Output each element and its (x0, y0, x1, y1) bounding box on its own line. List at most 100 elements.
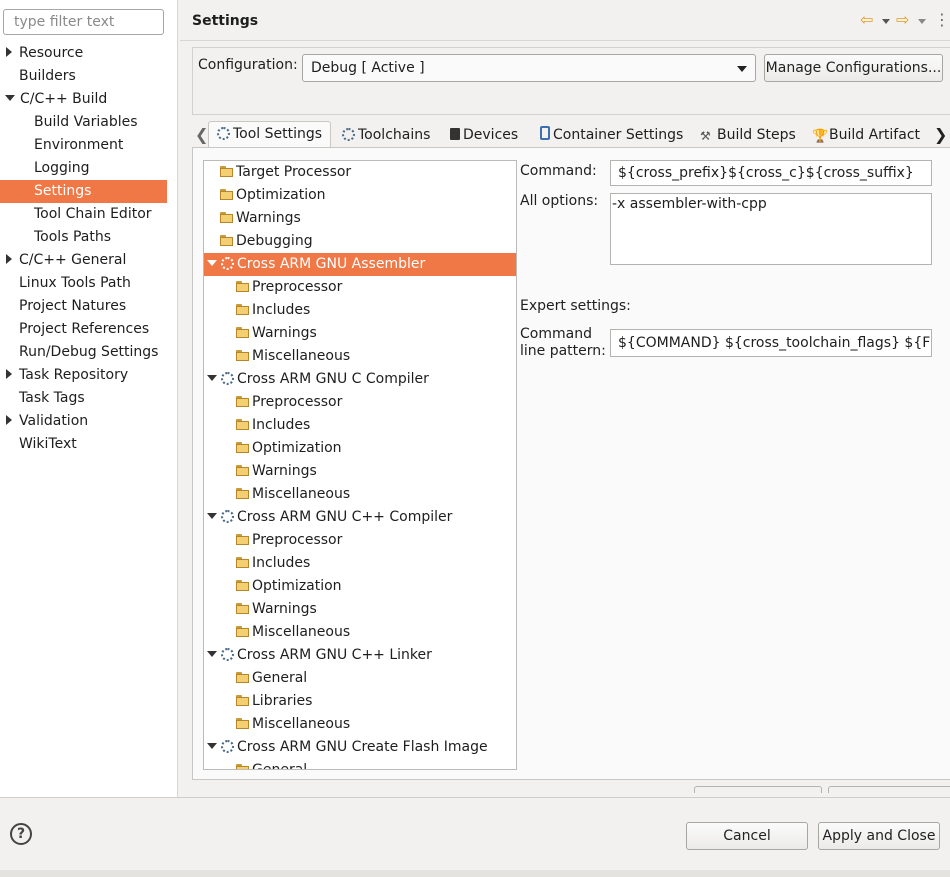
collapse-icon[interactable] (5, 95, 15, 101)
tree-item[interactable]: Preprocessor (236, 276, 342, 299)
tree-item[interactable]: Preprocessor (236, 529, 342, 552)
tab-build-steps[interactable]: ⚒ Build Steps (700, 123, 796, 147)
tree-item[interactable]: Cross ARM GNU C Compiler (204, 368, 429, 391)
nav-item-cpp-build[interactable]: C/C++ Build (0, 88, 167, 111)
tree-item[interactable]: Warnings (220, 207, 301, 230)
tree-item[interactable]: Includes (236, 299, 310, 322)
nav-item-run-debug-settings[interactable]: Run/Debug Settings (0, 341, 167, 364)
folder-icon (236, 672, 250, 683)
tree-item[interactable]: Warnings (236, 598, 317, 621)
folder-icon (236, 281, 250, 292)
tab-toolchains[interactable]: Toolchains (342, 123, 430, 147)
back-menu-icon[interactable] (882, 19, 890, 24)
folder-icon (220, 189, 234, 200)
filter-input[interactable] (3, 9, 164, 35)
tree-item[interactable]: General (236, 759, 307, 769)
tree-item[interactable]: General (236, 667, 307, 690)
expand-icon[interactable] (6, 369, 12, 379)
nav-item-build-variables[interactable]: Build Variables (0, 111, 167, 134)
tree-item[interactable]: Cross ARM GNU Create Flash Image (204, 736, 488, 759)
command-line-pattern-label-line1: Command (520, 326, 592, 342)
tree-item[interactable]: Libraries (236, 690, 312, 713)
command-field[interactable]: ${cross_prefix}${cross_c}${cross_suffix} (610, 160, 932, 186)
tree-item[interactable]: Optimization (236, 437, 342, 460)
tab-container-settings[interactable]: Container Settings (540, 123, 683, 147)
folder-icon (220, 212, 234, 223)
back-arrow-icon[interactable]: ⇦ (860, 10, 873, 29)
expand-icon[interactable] (6, 254, 12, 264)
tree-item[interactable]: Cross ARM GNU C++ Compiler (204, 506, 452, 529)
collapse-icon[interactable] (207, 513, 217, 519)
tool-icon (221, 257, 234, 270)
tree-item[interactable]: Optimization (220, 184, 326, 207)
folder-icon (236, 465, 250, 476)
folder-icon (236, 764, 250, 769)
tab-devices[interactable]: Devices (450, 123, 518, 147)
tree-item[interactable]: Preprocessor (236, 391, 342, 414)
help-icon[interactable]: ? (10, 823, 32, 845)
nav-item-linux-tools-path[interactable]: Linux Tools Path (0, 272, 167, 295)
tool-icon (221, 740, 234, 753)
command-line-pattern-field[interactable]: ${COMMAND} ${cross_toolchain_flags} ${FL… (610, 329, 932, 357)
tab-scroll-left-icon[interactable]: ❮ (195, 125, 208, 144)
tool-settings-tree[interactable]: Target Processor Optimization Warnings D… (203, 160, 517, 770)
nav-item-logging[interactable]: Logging (0, 157, 167, 180)
command-line-pattern-label-line2: line pattern: (520, 343, 606, 359)
tree-item[interactable]: Includes (236, 552, 310, 575)
cancel-button[interactable]: Cancel (686, 822, 808, 850)
tree-item[interactable]: Optimization (236, 575, 342, 598)
tree-item[interactable]: Warnings (236, 322, 317, 345)
hidden-button-edge (694, 786, 822, 793)
tree-item[interactable]: Miscellaneous (236, 621, 350, 644)
hammer-icon: ⚒ (700, 129, 711, 143)
tree-item[interactable]: Miscellaneous (236, 345, 350, 368)
configuration-select[interactable]: Debug [ Active ] (302, 54, 756, 82)
forward-arrow-icon[interactable]: ⇨ (896, 10, 909, 29)
nav-item-builders[interactable]: Builders (0, 65, 167, 88)
folder-icon (220, 235, 234, 246)
tree-item[interactable]: Debugging (220, 230, 313, 253)
nav-item-task-repository[interactable]: Task Repository (0, 364, 167, 387)
nav-item-environment[interactable]: Environment (0, 134, 167, 157)
container-icon (540, 126, 550, 140)
tab-tool-settings[interactable]: Tool Settings (208, 121, 331, 148)
tree-item[interactable]: Miscellaneous (236, 713, 350, 736)
nav-item-tools-paths[interactable]: Tools Paths (0, 226, 167, 249)
all-options-field[interactable]: -x assembler-with-cpp (610, 193, 932, 265)
command-label: Command: (520, 163, 597, 179)
nav-item-project-natures[interactable]: Project Natures (0, 295, 167, 318)
tab-scroll-right-icon[interactable]: ❯ (934, 125, 947, 144)
folder-icon (220, 166, 234, 177)
tree-item[interactable]: Cross ARM GNU C++ Linker (204, 644, 432, 667)
collapse-icon[interactable] (207, 651, 217, 657)
nav-item-project-references[interactable]: Project References (0, 318, 167, 341)
nav-item-tool-chain-editor[interactable]: Tool Chain Editor (0, 203, 167, 226)
folder-icon (236, 327, 250, 338)
nav-item-cpp-general[interactable]: C/C++ General (0, 249, 167, 272)
configuration-value: Debug [ Active ] (311, 60, 425, 76)
folder-icon (236, 488, 250, 499)
tree-item[interactable]: Miscellaneous (236, 483, 350, 506)
nav-item-resource[interactable]: Resource (0, 42, 167, 65)
forward-menu-icon[interactable] (918, 19, 926, 24)
tree-item[interactable]: Warnings (236, 460, 317, 483)
collapse-icon[interactable] (207, 743, 217, 749)
nav-item-wikitext[interactable]: WikiText (0, 433, 167, 456)
manage-configurations-button[interactable]: Manage Configurations... (764, 54, 943, 82)
collapse-icon[interactable] (207, 375, 217, 381)
tab-build-artifact[interactable]: 🏆Build Artifact (812, 123, 920, 147)
view-menu-icon[interactable]: ⋮ (934, 12, 950, 28)
tree-item-selected[interactable]: Cross ARM GNU Assembler (204, 253, 516, 276)
tree-item[interactable]: Includes (236, 414, 310, 437)
expand-icon[interactable] (6, 415, 12, 425)
tree-item[interactable]: Target Processor (220, 161, 351, 184)
folder-icon (236, 304, 250, 315)
folder-icon (236, 534, 250, 545)
apply-and-close-button[interactable]: Apply and Close (818, 822, 940, 850)
expand-icon[interactable] (6, 47, 12, 57)
folder-icon (236, 396, 250, 407)
nav-item-settings[interactable]: Settings (0, 180, 167, 203)
collapse-icon[interactable] (207, 260, 217, 266)
nav-item-validation[interactable]: Validation (0, 410, 167, 433)
nav-item-task-tags[interactable]: Task Tags (0, 387, 167, 410)
